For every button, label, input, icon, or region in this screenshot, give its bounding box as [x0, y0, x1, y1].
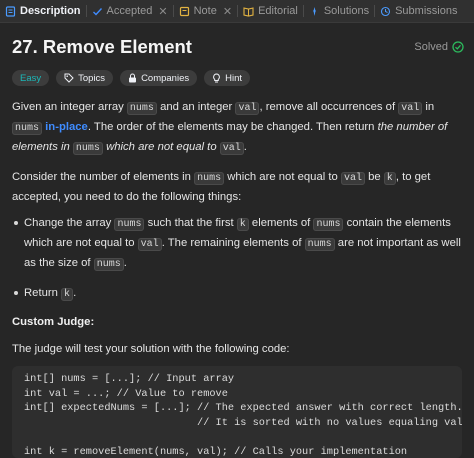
tag-icon — [64, 73, 74, 83]
list-item: Return k. — [14, 284, 464, 304]
tab-label: Note — [193, 5, 217, 17]
description-paragraph: Given an integer array nums and an integ… — [12, 101, 448, 155]
code-block: int[] nums = [...]; // Input array int v… — [12, 366, 462, 458]
list-item: Change the array nums such that the firs… — [14, 214, 464, 274]
tab-solutions[interactable]: Solutions — [304, 0, 374, 22]
problem-description: 27. Remove Element Solved Easy Topics Co… — [12, 32, 464, 458]
difficulty-badge: Easy — [12, 70, 50, 86]
hint-label: Hint — [225, 72, 243, 84]
hint-button[interactable]: Hint — [204, 70, 251, 86]
judge-description: The judge will test your solution with t… — [12, 343, 290, 355]
code-line: // It is sorted with no values equaling … — [24, 416, 462, 429]
inline-code: nums — [93, 258, 124, 271]
requirements-list: Change the array nums such that the firs… — [12, 214, 464, 304]
difficulty-label: Easy — [20, 72, 42, 84]
solved-label: Solved — [414, 41, 448, 53]
inline-code: val — [137, 238, 162, 251]
inline-code: nums — [72, 142, 103, 155]
custom-judge-heading: Custom Judge: — [12, 316, 95, 328]
tab-label: Description — [20, 5, 81, 17]
tag-row: Easy Topics Companies Hint — [12, 70, 464, 86]
editorial-icon — [243, 6, 254, 17]
inline-code: val — [219, 142, 244, 155]
topics-label: Topics — [78, 72, 106, 84]
tab-editorial[interactable]: Editorial — [238, 0, 303, 22]
description-paragraph: Consider the number of elements in nums … — [12, 171, 431, 203]
close-icon[interactable]: ✕ — [223, 5, 232, 18]
note-icon — [179, 6, 190, 17]
tab-note[interactable]: Note ✕ — [174, 0, 237, 22]
in-place-link[interactable]: in-place — [45, 121, 88, 133]
lock-icon — [129, 73, 137, 83]
inline-code: val — [235, 102, 260, 115]
inline-code: nums — [194, 172, 225, 185]
check-circle-icon — [452, 41, 464, 53]
companies-button[interactable]: Companies — [120, 70, 198, 86]
tab-accepted[interactable]: Accepted ✕ — [87, 0, 173, 22]
code-line: int k = removeElement(nums, val); // Cal… — [24, 445, 408, 458]
inline-code: nums — [114, 218, 145, 231]
tab-label: Solutions — [323, 5, 370, 17]
topics-button[interactable]: Topics — [56, 70, 114, 86]
submissions-icon — [380, 6, 391, 17]
tab-label: Accepted — [106, 5, 153, 17]
tab-description[interactable]: Description — [0, 0, 86, 22]
code-text: int[] nums = [...]; // Input array int v… — [12, 366, 462, 458]
title-row: 27. Remove Element Solved — [12, 32, 464, 62]
inline-code: val — [340, 172, 365, 185]
code-line: int val = ...; // Value to remove — [24, 387, 228, 400]
tab-bar: Description Accepted ✕ Note ✕ Editorial … — [0, 0, 474, 23]
problem-title[interactable]: 27. Remove Element — [12, 36, 192, 58]
inline-code: k — [236, 218, 249, 231]
description-icon — [5, 5, 16, 17]
code-line: int[] nums = [...]; // Input array — [24, 373, 235, 385]
inline-code: nums — [126, 102, 157, 115]
inline-code: k — [383, 172, 396, 185]
tab-label: Submissions — [395, 5, 458, 17]
inline-code: val — [398, 102, 423, 115]
tab-submissions[interactable]: Submissions — [375, 0, 462, 22]
code-line: int[] expectedNums = [...]; // The expec… — [24, 402, 462, 414]
inline-code: nums — [313, 218, 344, 231]
tab-label: Editorial — [258, 5, 298, 17]
solutions-icon — [309, 6, 320, 17]
inline-code: nums — [304, 238, 335, 251]
inline-code: k — [61, 288, 74, 301]
inline-code: nums — [12, 122, 43, 135]
lightbulb-icon — [213, 73, 220, 83]
close-icon[interactable]: ✕ — [158, 5, 167, 18]
companies-label: Companies — [141, 72, 190, 84]
accepted-icon — [92, 6, 103, 17]
solved-status: Solved — [414, 41, 464, 53]
